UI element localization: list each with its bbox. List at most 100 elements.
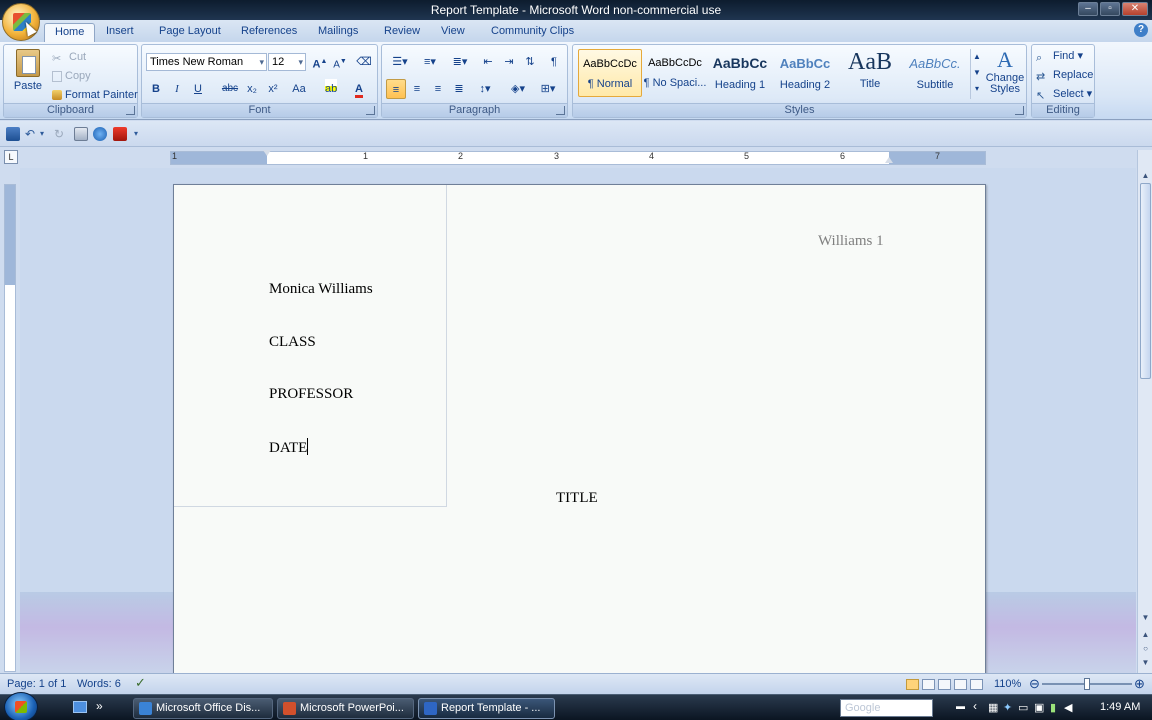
undo-dropdown-icon[interactable]: ▾ [40, 127, 54, 141]
print-layout-icon[interactable] [906, 679, 919, 690]
word-count[interactable]: Words: 6 [77, 678, 121, 690]
next-page-icon[interactable]: ▼ [1140, 657, 1151, 669]
copy-button[interactable]: Copy [52, 67, 91, 85]
superscript-button[interactable]: x² [263, 79, 283, 99]
monitor-icon[interactable]: ▭ [1018, 701, 1028, 714]
previous-page-icon[interactable]: ▲ [1140, 629, 1151, 641]
replace-button[interactable]: ⇄ Replace [1036, 66, 1093, 84]
class-line[interactable]: CLASS [269, 334, 316, 351]
search-input[interactable]: Google [840, 699, 933, 717]
line-spacing-icon[interactable]: ↕▾ [472, 79, 498, 99]
page-count[interactable]: Page: 1 of 1 [7, 678, 66, 690]
display-icon[interactable]: ▣ [1034, 701, 1044, 714]
font-name-combo[interactable]: Times New Roman [146, 53, 267, 71]
zoom-in-icon[interactable]: ⊕ [1134, 676, 1145, 692]
author-line[interactable]: Monica Williams [269, 281, 373, 298]
show-desktop-icon[interactable] [73, 701, 87, 713]
customize-toolbar-icon[interactable]: ▾ [134, 127, 148, 141]
web-layout-icon[interactable] [938, 679, 951, 690]
page-header[interactable]: Williams 1 [818, 233, 884, 250]
tab-insert[interactable]: Insert [96, 23, 144, 42]
spelling-icon[interactable] [93, 127, 107, 141]
styles-scroll-icon[interactable]: ▲ ▼ ▾ [970, 49, 983, 99]
highlight-button[interactable]: ab [318, 79, 344, 99]
clear-formatting-icon[interactable]: ⌫ [354, 52, 374, 72]
tab-home[interactable]: Home [44, 23, 96, 42]
cut-button[interactable]: ✂ Cut [52, 48, 86, 66]
bold-button[interactable]: B [146, 79, 166, 99]
maximize-button[interactable]: ▫ [1100, 2, 1120, 16]
style-subtitle[interactable]: AaBbCc. Subtitle [903, 49, 967, 97]
right-indent-marker-icon[interactable] [885, 157, 893, 163]
align-center-icon[interactable]: ≡ [407, 79, 427, 99]
style-no-spacing[interactable]: AaBbCcDc ¶ No Spaci... [643, 49, 707, 97]
font-color-button[interactable]: A [346, 79, 372, 99]
date-line[interactable]: DATE [269, 438, 309, 457]
network-icon[interactable]: ▦ [988, 701, 998, 714]
select-button[interactable]: ↖ Select ▾ [1036, 85, 1092, 103]
professor-line[interactable]: PROFESSOR [269, 386, 353, 403]
font-size-combo[interactable]: 12 [268, 53, 306, 71]
multilevel-list-icon[interactable]: ≣▾ [446, 52, 474, 72]
volume-icon[interactable]: ◀ [1064, 701, 1072, 714]
format-painter-button[interactable]: Format Painter [52, 86, 138, 104]
tab-page-layout[interactable]: Page Layout [149, 23, 231, 42]
close-button[interactable]: ✕ [1122, 2, 1148, 16]
tab-mailings[interactable]: Mailings [308, 23, 368, 42]
styles-launcher-icon[interactable] [1015, 106, 1024, 115]
show-hide-button[interactable]: ¶ [544, 52, 564, 72]
zoom-slider-thumb[interactable] [1084, 678, 1090, 690]
search-icon[interactable]: ⌕ [921, 699, 928, 714]
change-case-button[interactable]: Aa [286, 79, 312, 99]
taskbar-item-powerpoint[interactable]: Microsoft PowerPoi... [277, 698, 414, 719]
shrink-font-button[interactable]: A▼ [330, 52, 350, 72]
scroll-down-icon[interactable]: ▼ [1140, 612, 1151, 624]
office-button[interactable] [2, 3, 40, 41]
tab-review[interactable]: Review [374, 23, 430, 42]
justify-icon[interactable]: ≣ [449, 79, 469, 99]
document-title[interactable]: TITLE [556, 490, 598, 507]
tray-expand-icon[interactable]: ‹ [973, 699, 977, 713]
help-icon[interactable]: ? [1134, 23, 1148, 37]
taskbar-item-word[interactable]: Report Template - ... [418, 698, 555, 719]
redo-icon[interactable]: ↻ [54, 127, 68, 141]
tab-view[interactable]: View [431, 23, 475, 42]
font-launcher-icon[interactable] [366, 106, 375, 115]
tab-references[interactable]: References [231, 23, 307, 42]
paragraph-launcher-icon[interactable] [556, 106, 565, 115]
document-page[interactable]: Williams 1 Monica Williams CLASS PROFESS… [173, 184, 986, 673]
scroll-up-icon[interactable]: ▲ [1140, 170, 1151, 182]
print-icon[interactable] [74, 127, 88, 141]
bullets-icon[interactable]: ☰▾ [386, 52, 414, 72]
battery-icon[interactable]: ▮ [1050, 701, 1056, 714]
scrollbar-thumb[interactable] [1140, 183, 1151, 379]
indent-marker-icon[interactable] [263, 150, 271, 156]
paste-button[interactable]: Paste [10, 49, 46, 99]
decrease-indent-icon[interactable]: ⇤ [478, 52, 498, 72]
proofing-icon[interactable]: ✓ [135, 675, 146, 691]
numbering-icon[interactable]: ≡▾ [416, 52, 444, 72]
undo-icon[interactable]: ↶ [25, 127, 39, 141]
borders-icon[interactable]: ⊞▾ [534, 79, 562, 99]
sort-icon[interactable]: ⇅ [520, 52, 540, 72]
zoom-level[interactable]: 110% [994, 678, 1021, 690]
save-icon[interactable] [6, 127, 20, 141]
subscript-button[interactable]: x₂ [242, 79, 262, 99]
strikethrough-button[interactable]: abc [220, 79, 240, 99]
style-heading-2[interactable]: AaBbCc Heading 2 [773, 49, 837, 97]
align-right-icon[interactable]: ≡ [428, 79, 448, 99]
clock[interactable]: 1:49 AM [1100, 701, 1140, 713]
vertical-scrollbar[interactable]: ▲ ▼ ▲ ○ ▼ [1137, 150, 1152, 673]
record-icon[interactable] [113, 127, 127, 141]
find-button[interactable]: ⌕ Find ▾ [1036, 47, 1083, 65]
vertical-ruler[interactable] [4, 184, 16, 672]
style-normal[interactable]: AaBbCcDc ¶ Normal [578, 49, 642, 97]
grow-font-button[interactable]: A▲ [310, 52, 330, 72]
browse-object-icon[interactable]: ○ [1140, 643, 1151, 655]
quick-launch-chevron-icon[interactable]: » [96, 699, 103, 713]
style-title[interactable]: AaB Title [838, 49, 902, 97]
outline-icon[interactable] [954, 679, 967, 690]
italic-button[interactable]: I [167, 79, 187, 99]
style-heading-1[interactable]: AaBbCc Heading 1 [708, 49, 772, 97]
shading-icon[interactable]: ◈▾ [504, 79, 532, 99]
